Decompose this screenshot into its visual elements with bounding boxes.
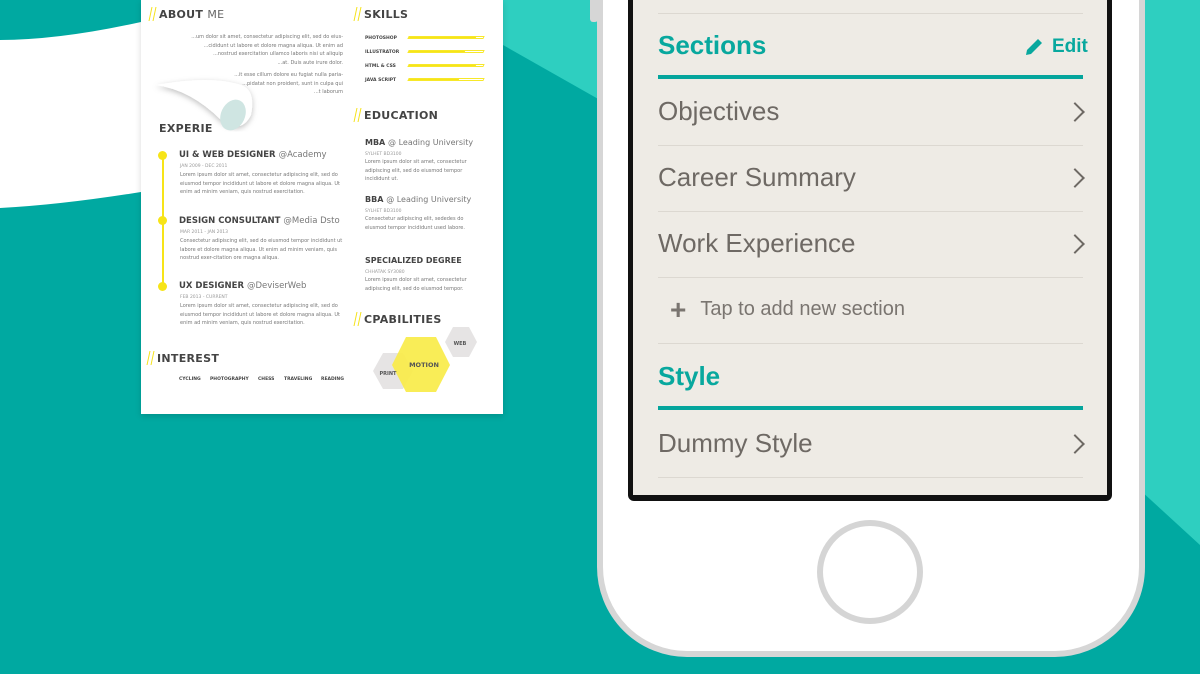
degree-description: Lorem ipsum dolor sit amet, consectetur … [365,159,467,182]
add-section-label: Tap to add new section [700,298,905,320]
pencil-icon [1026,39,1042,55]
edit-label: Edit [1052,36,1088,57]
sections-heading: Sections [658,30,767,60]
section-item-objectives[interactable]: Objectives [658,96,1083,127]
school-location: CHHATAK SY3080 [365,270,405,275]
degree: BBA @ Leading University [365,195,472,204]
about-heading: ABOUT ME [148,7,224,21]
section-item-career-summary[interactable]: Career Summary [658,162,1083,193]
timeline-dot [158,282,167,291]
skill-bar [407,50,485,53]
white-wave-shape [0,22,141,208]
degree-description: Lorem ipsum dolor sit amet, consectetur … [365,277,467,292]
job-description: Lorem ipsum dolor sit amet, consectetur … [180,303,340,326]
edit-button[interactable]: Edit [1024,36,1088,58]
home-button[interactable] [817,520,923,624]
interest-item: CYCLING [179,377,201,382]
interest-heading: INTEREST [146,351,219,365]
job-title: DESIGN CONSULTANT @Media Dsto [179,216,340,226]
interest-item: READING [321,377,344,382]
capability-web: WEB [454,341,467,347]
timeline-dot [158,216,167,225]
degree: SPECIALIZED DEGREE [365,256,462,265]
capability-print: PRINT [380,371,398,377]
interest-item: TRAVELING [284,377,313,382]
skill-bar [407,64,485,67]
school-location: SYLHET BD3100 [365,209,402,214]
skill-bar [407,78,485,81]
skill-name: PHOTOSHOP [365,36,397,41]
timeline-dot [158,151,167,160]
education-heading: EDUCATION [353,108,438,122]
skill-name: ILLUSTRATOR [365,50,400,55]
degree: MBA @ Leading University [365,138,474,147]
style-heading: Style [658,361,721,391]
job-date: MAR 2011 - JAN 2013 [180,230,229,235]
style-item-dummy-style[interactable]: Dummy Style [658,428,1083,459]
add-section-button[interactable]: + Tap to add new section [670,293,905,325]
capabilities-hexagons: WEB MOTION PRINT [373,327,477,392]
skill-name: HTML & CSS [365,64,396,69]
skill-bar [407,36,485,39]
job-date: JAN 2009 - DEC 2011 [180,164,228,169]
job-description: Consectetur adipiscing elit, sed do eius… [180,238,343,261]
skill-name: JAVA SCRIPT [365,78,397,83]
plus-icon: + [670,293,687,325]
interest-item: CHESS [258,377,275,382]
interest-item: PHOTOGRAPHY [210,377,249,382]
job-title: UI & WEB DESIGNER @Academy [179,150,327,160]
capability-motion: MOTION [409,361,439,369]
school-location: SYLHET BD3100 [365,152,402,157]
skills-heading: SKILLS [353,7,408,21]
job-date: FEB 2013 - CURRENT [180,295,228,300]
experience-heading: EXPERIE [159,122,213,135]
section-item-work-experience[interactable]: Work Experience [658,228,1083,259]
capabilities-heading: CPABILITIES [353,312,442,326]
job-description: Lorem ipsum dolor sit amet, consectetur … [180,172,340,195]
job-title: UX DESIGNER @DeviserWeb [179,281,307,291]
resume-preview: ABOUT ME ...um dolor sit amet, consectet… [141,0,503,414]
degree-description: Consectetur adipiscing elit, sededes do … [365,216,465,231]
